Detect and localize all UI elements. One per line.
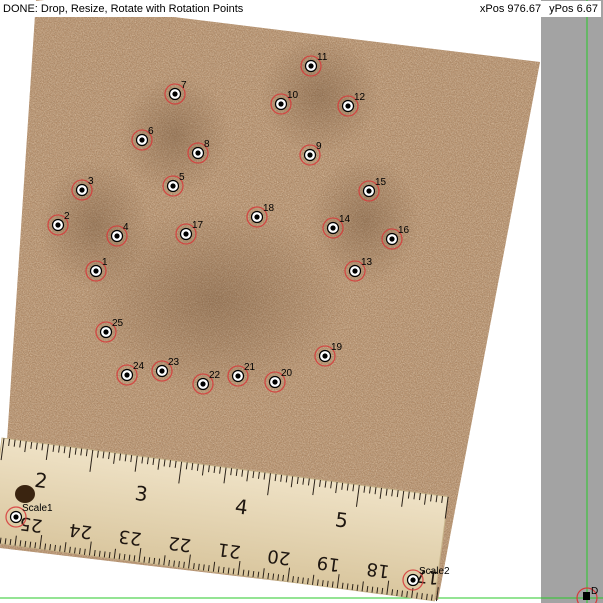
ruler-cm-label: 18	[365, 558, 390, 582]
point-center	[330, 225, 336, 231]
point-center	[124, 372, 130, 378]
point-label: 7	[181, 80, 187, 91]
point-center	[307, 152, 313, 158]
corner-label: D	[591, 586, 598, 597]
point-label: Scale2	[419, 566, 450, 577]
point-label: 14	[339, 214, 351, 225]
point-label: 16	[398, 225, 410, 236]
point-center	[55, 222, 61, 228]
point-label: 10	[287, 90, 299, 101]
point-label: 17	[192, 220, 204, 231]
ruler-cm-label: 24	[68, 519, 93, 543]
point-center	[195, 150, 201, 156]
point-label: 13	[361, 257, 373, 268]
point-label: 4	[123, 222, 129, 233]
point-label: 15	[375, 177, 387, 188]
point-center	[114, 233, 120, 239]
point-center	[322, 353, 328, 359]
point-center	[93, 268, 99, 274]
point-center	[389, 236, 395, 242]
xpos-readout: xPos 976.67	[479, 3, 542, 15]
point-center	[272, 379, 278, 385]
point-label: 21	[244, 362, 256, 373]
ruler-cm-label: 22	[167, 532, 192, 556]
point-center	[345, 103, 351, 109]
point-center	[254, 214, 260, 220]
point-center	[139, 137, 145, 143]
point-label: 3	[88, 176, 94, 187]
point-label: 11	[317, 52, 328, 63]
point-label: 19	[331, 342, 343, 353]
point-center	[278, 101, 284, 107]
cursor-position: xPos 976.67 yPos 6.67	[468, 1, 601, 17]
point-center	[183, 231, 189, 237]
point-center	[308, 63, 314, 69]
point-label: 9	[316, 141, 322, 152]
ruler-cm-label: 20	[266, 545, 291, 569]
point-center	[172, 91, 178, 97]
ruler-cm-label: 19	[316, 551, 341, 575]
point-label: 18	[263, 203, 275, 214]
point-label: 20	[281, 368, 293, 379]
status-message-text: DONE: Drop, Resize, Rotate with Rotation…	[3, 3, 244, 15]
side-panel	[541, 0, 603, 603]
point-center	[352, 268, 358, 274]
point-center	[13, 514, 19, 520]
ruler-cm-label: 23	[117, 525, 142, 549]
point-center	[366, 188, 372, 194]
point-label: 23	[168, 357, 180, 368]
ruler-cm-label: 25	[18, 512, 43, 536]
point-center	[159, 368, 165, 374]
point-center	[79, 187, 85, 193]
point-center	[170, 183, 176, 189]
ruler-cm-label: 21	[217, 538, 242, 562]
point-label: 12	[354, 92, 366, 103]
point-center	[200, 381, 206, 387]
point-label: 24	[133, 361, 145, 372]
point-center	[235, 373, 241, 379]
point-label: 8	[204, 139, 210, 150]
point-label: 6	[148, 126, 154, 137]
ypos-readout: yPos 6.67	[549, 3, 598, 15]
point-label: 2	[64, 211, 70, 222]
point-label: 22	[209, 370, 221, 381]
point-label: Scale1	[22, 503, 53, 514]
point-label: 1	[102, 257, 108, 268]
point-label: 5	[179, 172, 185, 183]
point-label: 25	[112, 318, 124, 329]
debris	[15, 485, 35, 503]
canvas[interactable]: 2345 25 24 23 22 21 20 19 18 17 12345678 91011121…	[0, 0, 603, 603]
point-center	[103, 329, 109, 335]
status-message: DONE: Drop, Resize, Rotate with Rotation…	[0, 1, 247, 17]
point-center	[410, 577, 416, 583]
